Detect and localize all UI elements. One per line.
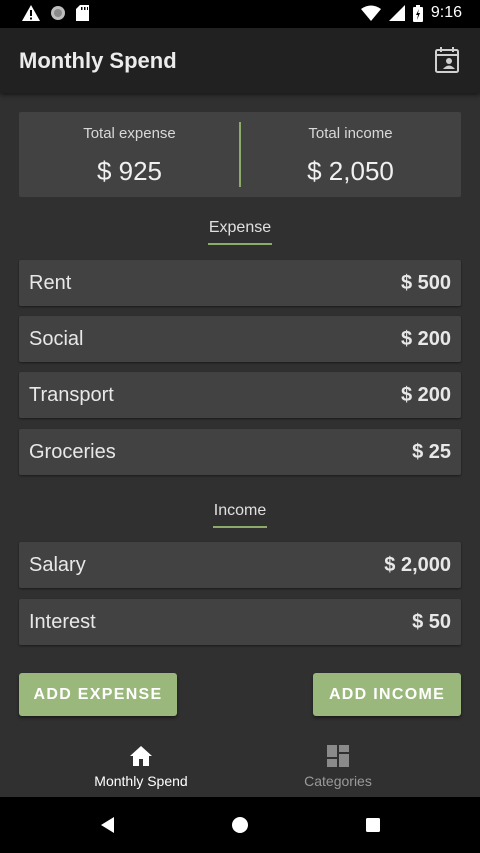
total-expense-value: $ 925: [96, 156, 163, 186]
system-navigation-bar: [0, 797, 480, 853]
totals-card: Total expense $ 925 Total income $ 2,050: [19, 112, 461, 197]
income-row-salary[interactable]: Salary $ 2,000: [19, 542, 461, 588]
expense-label: Groceries: [29, 441, 116, 463]
nav-item-categories[interactable]: Categories: [218, 734, 458, 797]
expense-amount: $ 200: [400, 384, 451, 406]
expense-row-groceries[interactable]: Groceries $ 25: [19, 429, 461, 475]
app-bar: Monthly Spend: [0, 28, 480, 93]
expense-label: Rent: [29, 272, 72, 294]
expense-amount: $ 200: [400, 328, 451, 350]
status-bar-notifications: [22, 5, 89, 21]
page-title: Monthly Spend: [19, 48, 177, 73]
total-income-label: Total income: [308, 125, 393, 142]
expense-amount: $ 500: [400, 272, 451, 294]
bottom-navigation: Monthly Spend Categories: [0, 734, 480, 797]
wifi-icon: [360, 5, 381, 21]
dashboard-icon: [327, 745, 349, 767]
expense-label: Social: [29, 328, 84, 350]
expense-section-header: Expense: [0, 219, 480, 245]
status-bar-system: 9:16: [360, 4, 462, 22]
recents-icon[interactable]: [363, 815, 383, 835]
income-label: Salary: [29, 554, 86, 576]
status-time: 9:16: [430, 4, 462, 21]
nav-label-categories: Categories: [304, 773, 372, 789]
income-label: Interest: [29, 611, 96, 633]
status-bar: 9:16: [0, 0, 480, 28]
expense-section-title: Expense: [207, 219, 273, 245]
expense-row-social[interactable]: Social $ 200: [19, 316, 461, 362]
expense-amount: $ 25: [412, 441, 451, 463]
warning-icon: [22, 5, 40, 21]
income-section-title: Income: [212, 502, 268, 528]
signal-icon: [388, 5, 405, 21]
expense-row-transport[interactable]: Transport $ 200: [19, 372, 461, 418]
sd-card-icon: [76, 5, 89, 21]
total-income-value: $ 2,050: [307, 156, 394, 186]
income-section-header: Income: [0, 502, 480, 528]
calendar-person-icon[interactable]: [434, 46, 460, 74]
income-amount: $ 50: [412, 611, 451, 633]
income-amount: $ 2,000: [384, 554, 451, 576]
income-row-interest[interactable]: Interest $ 50: [19, 599, 461, 645]
add-expense-button[interactable]: ADD EXPENSE: [19, 673, 177, 716]
add-income-button[interactable]: ADD INCOME: [313, 673, 461, 716]
expense-label: Transport: [29, 384, 114, 406]
home-circle-icon[interactable]: [230, 815, 250, 835]
back-icon[interactable]: [98, 815, 118, 835]
battery-icon: [412, 4, 423, 22]
expense-row-rent[interactable]: Rent $ 500: [19, 260, 461, 306]
total-expense-label: Total expense: [83, 125, 176, 142]
circle-icon: [51, 6, 65, 20]
total-expense-block: Total expense $ 925: [19, 112, 240, 197]
total-income-block: Total income $ 2,050: [240, 112, 461, 197]
home-icon: [130, 746, 152, 766]
